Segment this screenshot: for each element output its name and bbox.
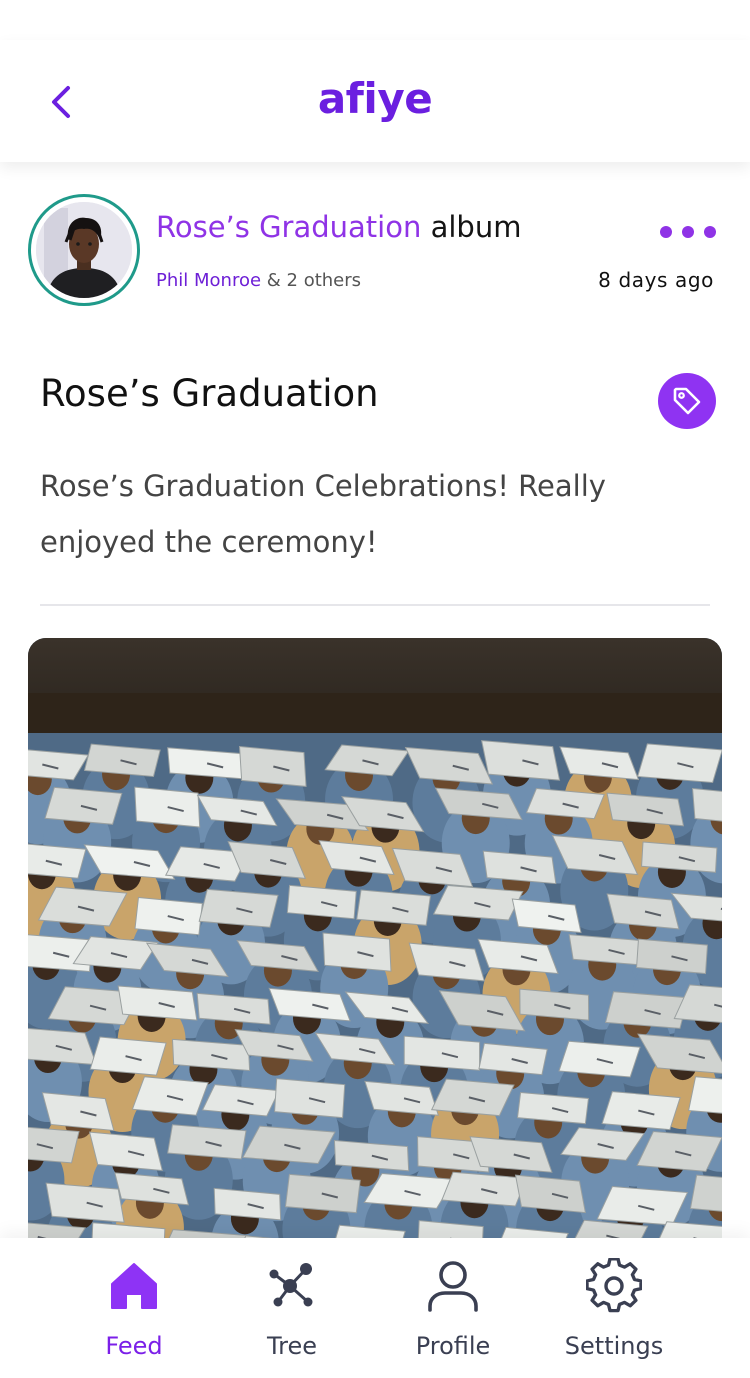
home-icon (111, 1263, 157, 1309)
app-header: afiye (0, 40, 750, 162)
divider (40, 604, 710, 606)
post-photo[interactable] (28, 638, 722, 1258)
tag-icon (673, 387, 701, 415)
album-title: Rose’s Graduation album (156, 210, 521, 244)
graduation-caps-photo (28, 638, 722, 1258)
tree-network-icon (269, 1263, 313, 1307)
gear-icon (586, 1258, 642, 1313)
nav-profile[interactable]: Profile (373, 1238, 533, 1378)
status-bar-area (0, 0, 750, 40)
nav-tree[interactable]: Tree (212, 1238, 372, 1378)
album-name-link[interactable]: Rose’s Graduation (156, 210, 421, 244)
author-link[interactable]: Phil Monroe (156, 270, 261, 291)
user-icon (428, 1261, 478, 1312)
avatar[interactable] (28, 194, 140, 306)
nav-label: Feed (105, 1332, 163, 1360)
others-count[interactable]: & 2 others (267, 270, 361, 291)
nav-settings[interactable]: Settings (534, 1238, 694, 1378)
nav-label: Profile (415, 1332, 491, 1360)
post-timestamp: 8 days ago (598, 268, 714, 292)
more-dots-icon (660, 226, 716, 238)
avatar-photo (36, 202, 132, 298)
nav-label: Tree (266, 1332, 317, 1360)
post-attribution: Phil Monroe & 2 others (156, 270, 361, 291)
post-header: Rose’s Graduation album Phil Monroe & 2 … (28, 194, 722, 306)
bottom-navigation: Feed Tree Profile Settings (0, 1238, 750, 1378)
post-description: Rose’s Graduation Celebrations! Really e… (40, 469, 606, 559)
post-title: Rose’s Graduation (40, 372, 379, 415)
tag-button[interactable] (658, 373, 716, 429)
nav-feed[interactable]: Feed (54, 1238, 214, 1378)
nav-label: Settings (564, 1332, 664, 1360)
more-options-button[interactable] (658, 224, 718, 240)
app-logo-text: afiye (317, 74, 433, 123)
album-label: album (430, 210, 522, 244)
